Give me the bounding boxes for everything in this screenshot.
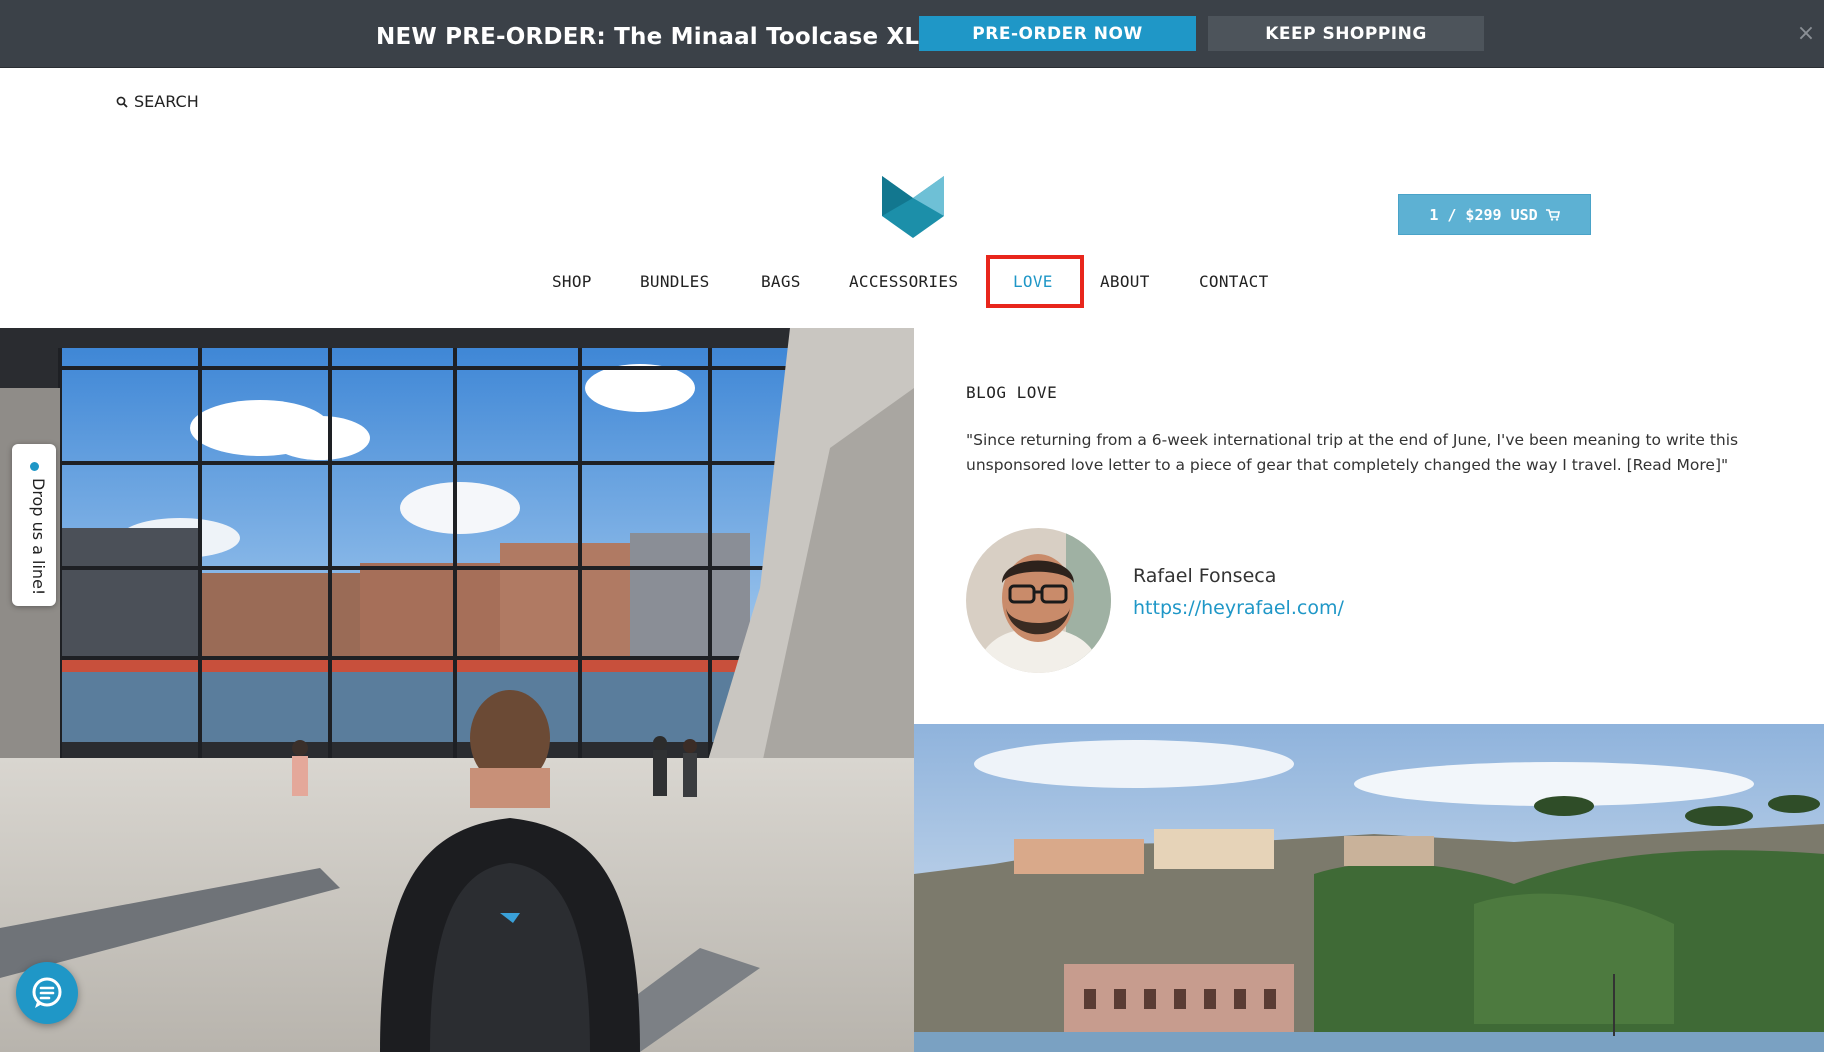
status-dot-icon bbox=[30, 462, 39, 471]
hero-photo-traveler bbox=[0, 328, 914, 1052]
search-icon bbox=[116, 96, 128, 108]
blog-quote[interactable]: "Since returning from a 6-week internati… bbox=[966, 428, 1766, 478]
nav-item-shop[interactable]: SHOP bbox=[552, 270, 592, 294]
author-avatar bbox=[966, 528, 1111, 673]
chat-button[interactable] bbox=[16, 962, 78, 1024]
feedback-tab-label: Drop us a line! bbox=[29, 478, 48, 596]
author-link[interactable]: https://heyrafael.com/ bbox=[1133, 597, 1344, 619]
chat-icon bbox=[32, 977, 62, 1008]
search-label: SEARCH bbox=[134, 92, 199, 111]
nav-item-about[interactable]: ABOUT bbox=[1100, 270, 1150, 294]
highlight-box bbox=[986, 255, 1084, 308]
preorder-now-button[interactable]: PRE-ORDER NOW bbox=[919, 16, 1196, 51]
search-link[interactable]: SEARCH bbox=[116, 92, 199, 111]
nav-item-contact[interactable]: CONTACT bbox=[1199, 270, 1269, 294]
announcement-text: NEW PRE-ORDER: The Minaal Toolcase XL bbox=[376, 24, 920, 50]
feedback-tab[interactable]: Drop us a line! bbox=[12, 444, 56, 606]
main-nav: SHOP BUNDLES BAGS ACCESSORIES LOVE ABOUT… bbox=[0, 270, 1824, 294]
cart-button[interactable]: 1 / $299 USD bbox=[1398, 194, 1591, 235]
cart-icon bbox=[1545, 208, 1560, 221]
minaal-logo[interactable] bbox=[882, 176, 944, 240]
cart-label: 1 / $299 USD bbox=[1429, 205, 1538, 224]
coastal-cliff-photo bbox=[914, 724, 1824, 1052]
nav-item-bags[interactable]: BAGS bbox=[761, 270, 801, 294]
author-name: Rafael Fonseca bbox=[1133, 565, 1277, 587]
nav-item-accessories[interactable]: ACCESSORIES bbox=[849, 270, 958, 294]
announcement-bar: NEW PRE-ORDER: The Minaal Toolcase XL PR… bbox=[0, 0, 1824, 68]
blog-heading: BLOG LOVE bbox=[966, 383, 1058, 402]
nav-item-bundles[interactable]: BUNDLES bbox=[640, 270, 710, 294]
keep-shopping-button[interactable]: KEEP SHOPPING bbox=[1208, 16, 1484, 51]
close-icon[interactable]: × bbox=[1794, 22, 1818, 46]
